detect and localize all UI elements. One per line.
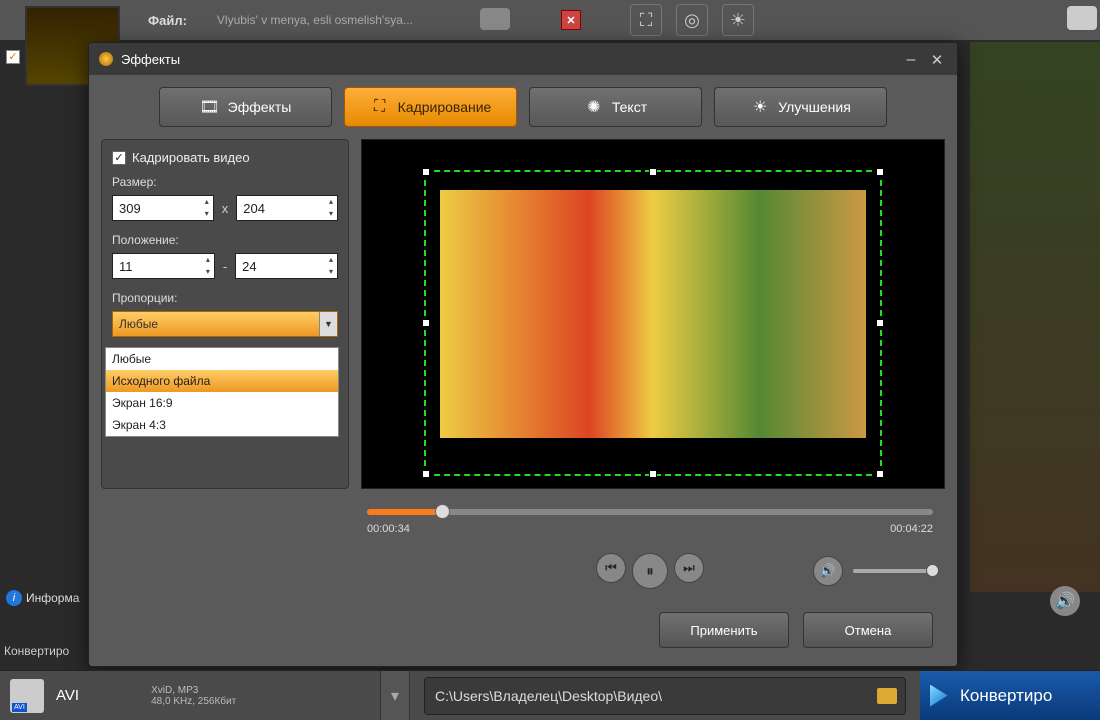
size-label: Размер:	[112, 175, 338, 189]
volume-button[interactable]: 🔊	[813, 556, 843, 586]
aspect-option[interactable]: Экран 16:9	[106, 392, 338, 414]
crop-handle[interactable]	[422, 168, 430, 176]
background-preview	[970, 42, 1100, 592]
crop-enable-label: Кадрировать видео	[132, 150, 250, 165]
crop-icon: ⛶	[370, 97, 390, 117]
dialog-close-icon[interactable]: ✕	[929, 51, 945, 67]
pos-separator: -	[223, 259, 227, 274]
format-dropdown-icon[interactable]: ▾	[380, 671, 410, 720]
dialog-titlebar[interactable]: Эффекты – ✕	[89, 43, 957, 75]
aspect-combobox[interactable]: Любые ▼	[112, 311, 338, 337]
sun-icon: ☀	[750, 97, 770, 117]
time-total: 00:04:22	[890, 523, 933, 535]
pause-button[interactable]: ⏸	[632, 553, 668, 589]
crop-handle[interactable]	[876, 470, 884, 478]
format-name: AVI	[56, 687, 79, 704]
video-preview[interactable]	[361, 139, 945, 489]
gear-icon[interactable]: ◎	[676, 4, 708, 36]
volume-thumb[interactable]	[926, 564, 939, 577]
aspect-option[interactable]: Экран 4:3	[106, 414, 338, 436]
width-input[interactable]: 309	[112, 195, 214, 221]
convert-label: Конвертиро	[0, 644, 69, 658]
aspect-option[interactable]: Любые	[106, 348, 338, 370]
brightness-icon[interactable]: ☀	[722, 4, 754, 36]
position-label: Положение:	[112, 233, 338, 247]
crop-handle[interactable]	[876, 319, 884, 327]
apply-button[interactable]: Применить	[659, 612, 789, 648]
tab-enhance[interactable]: ☀Улучшения	[714, 87, 887, 127]
aspect-label: Пропорции:	[112, 291, 338, 305]
format-selector[interactable]: AVI XviD, MP3 48,0 KHz, 256Кбит	[0, 671, 380, 720]
crop-tool-icon[interactable]: ⛶	[630, 4, 662, 36]
audio-line: 48,0 KHz, 256Кбит	[151, 696, 236, 707]
bottom-bar: AVI XviD, MP3 48,0 KHz, 256Кбит ▾ C:\Use…	[0, 670, 1100, 720]
chevron-down-icon[interactable]: ▼	[319, 312, 337, 336]
next-button[interactable]: ⏭	[674, 553, 704, 583]
volume-icon[interactable]: 🔊	[1050, 586, 1080, 616]
text-icon: ✺	[584, 97, 604, 117]
pos-x-input[interactable]: 11	[112, 253, 215, 279]
tab-crop[interactable]: ⛶Кадрирование	[344, 87, 517, 127]
crop-rectangle[interactable]	[424, 170, 882, 476]
aspect-option[interactable]: Исходного файла	[106, 370, 338, 392]
tab-effects[interactable]: 🎞Эффекты	[159, 87, 332, 127]
file-label: Файл:	[148, 13, 187, 28]
aspect-dropdown-list: Любые Исходного файла Экран 16:9 Экран 4…	[105, 347, 339, 437]
crop-handle[interactable]	[422, 470, 430, 478]
convert-button[interactable]: Конвертиро	[920, 671, 1100, 720]
output-path[interactable]: C:\Users\Владелец\Desktop\Видео\	[424, 677, 906, 715]
file-name: Vlyubis' v menya, esli osmelish'sya...	[217, 13, 413, 27]
pos-y-input[interactable]: 24	[235, 253, 338, 279]
close-icon[interactable]: ✕	[561, 10, 581, 30]
top-toolbar: Файл: Vlyubis' v menya, esli osmelish'sy…	[0, 0, 1100, 40]
avi-icon	[10, 679, 44, 713]
dialog-title: Эффекты	[121, 52, 180, 67]
crop-handle[interactable]	[649, 470, 657, 478]
time-current: 00:00:34	[367, 523, 410, 535]
seek-progress	[367, 509, 441, 515]
effects-dialog: Эффекты – ✕ 🎞Эффекты ⛶Кадрирование ✺Текс…	[88, 42, 958, 667]
crop-handle[interactable]	[876, 168, 884, 176]
size-separator: x	[222, 201, 229, 216]
camera-icon[interactable]	[1067, 6, 1097, 30]
folder-icon[interactable]	[877, 688, 897, 704]
codec-line: XviD, MP3	[151, 685, 236, 696]
cancel-button[interactable]: Отмена	[803, 612, 933, 648]
tab-text[interactable]: ✺Текст	[529, 87, 702, 127]
effects-icon	[99, 52, 113, 66]
filmstrip-icon: 🎞	[200, 97, 220, 117]
crop-handle[interactable]	[422, 319, 430, 327]
volume-slider[interactable]	[853, 569, 933, 573]
seek-track[interactable]	[367, 509, 933, 515]
prev-button[interactable]: ⏮	[596, 553, 626, 583]
height-input[interactable]: 204	[236, 195, 338, 221]
camcorder-icon[interactable]	[480, 8, 510, 30]
crop-enable-checkbox[interactable]: ✓	[112, 151, 126, 165]
crop-handle[interactable]	[649, 168, 657, 176]
thumbnail-checkbox[interactable]: ✓	[6, 50, 20, 64]
seek-thumb[interactable]	[435, 504, 450, 519]
info-button[interactable]: iИнформа	[6, 590, 79, 606]
timeline: 00:00:34 00:04:22	[367, 509, 933, 515]
minimize-icon[interactable]: –	[903, 51, 919, 67]
